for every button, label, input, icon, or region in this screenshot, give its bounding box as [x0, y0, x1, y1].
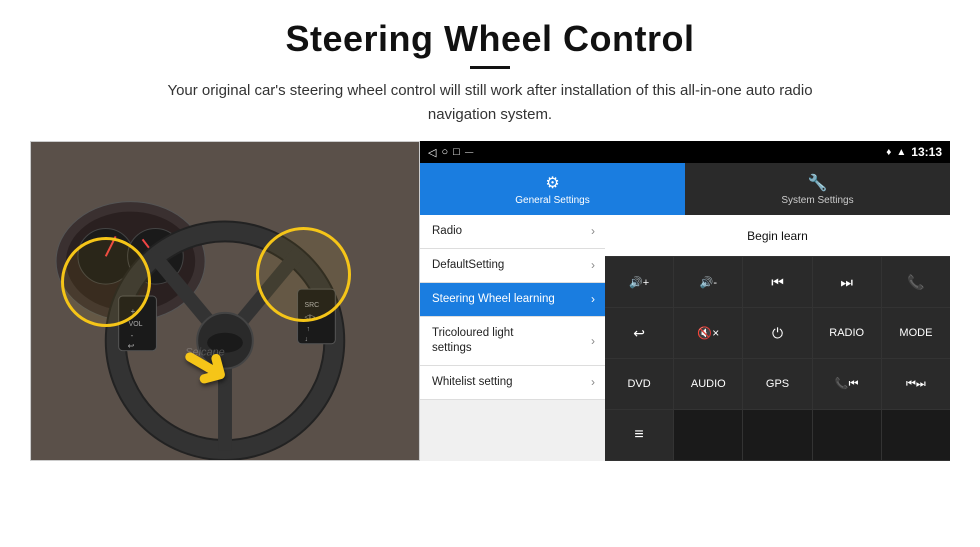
dvd-label: DVD: [627, 378, 650, 390]
prev-next-button[interactable]: ⏮⏭: [882, 359, 950, 409]
empty-slot-3: [813, 410, 882, 460]
phone-button[interactable]: 📞: [882, 257, 950, 307]
status-time: 13:13: [911, 145, 942, 159]
page-subtitle: Your original car's steering wheel contr…: [140, 79, 840, 127]
control-grid: Begin learn 🔊+ 🔊-: [605, 215, 950, 461]
general-settings-icon: ⚙: [545, 173, 559, 193]
settings-menu-list: Radio › DefaultSetting › Steering Wheel …: [420, 215, 605, 461]
empty-slot-2: [743, 410, 812, 460]
car-image: + VOL - ↩ SRC ◁▷ ↑ ↓ Seicane ➜: [30, 141, 420, 461]
tab-general-settings[interactable]: ⚙ General Settings: [420, 163, 685, 215]
home-nav-icon[interactable]: ○: [441, 146, 448, 158]
svg-text:↑: ↑: [306, 326, 309, 333]
power-button[interactable]: ⏻: [743, 308, 812, 358]
control-button-rows: 🔊+ 🔊- ⏮ ⏭ 📞: [605, 257, 950, 461]
recent-nav-icon[interactable]: □: [453, 146, 460, 158]
next-track-button[interactable]: ⏭: [813, 257, 882, 307]
content-area: + VOL - ↩ SRC ◁▷ ↑ ↓ Seicane ➜: [30, 141, 950, 461]
control-row-1: 🔊+ 🔊- ⏮ ⏭ 📞: [605, 257, 950, 308]
settings-main-content: Radio › DefaultSetting › Steering Wheel …: [420, 215, 950, 461]
settings-tabs: ⚙ General Settings 🔧 System Settings: [420, 163, 950, 215]
menu-item-default-setting[interactable]: DefaultSetting ›: [420, 249, 605, 283]
next-track-icon: ⏭: [840, 274, 853, 291]
title-divider: [470, 66, 510, 69]
radio-button[interactable]: RADIO: [813, 308, 882, 358]
menu-nav-icon[interactable]: ⏤: [465, 146, 474, 159]
control-row-4: ≡: [605, 410, 950, 461]
tab-system-label: System Settings: [781, 195, 853, 206]
vol-down-icon: 🔊-: [700, 276, 717, 289]
prev-track-button[interactable]: ⏮: [743, 257, 812, 307]
control-top-row: Begin learn: [605, 215, 950, 257]
prev-next-icon: ⏮⏭: [906, 378, 926, 391]
mode-button[interactable]: MODE: [882, 308, 950, 358]
menu-item-radio[interactable]: Radio ›: [420, 215, 605, 249]
audio-button[interactable]: AUDIO: [674, 359, 743, 409]
chevron-icon-radio: ›: [591, 224, 595, 238]
chevron-icon-tricoloured: ›: [591, 334, 595, 348]
gps-label: GPS: [766, 378, 789, 390]
tab-system-settings[interactable]: 🔧 System Settings: [685, 163, 950, 215]
back-nav-icon[interactable]: ◁: [428, 146, 436, 159]
mode-label: MODE: [899, 327, 932, 339]
vol-up-button[interactable]: 🔊+: [605, 257, 674, 307]
nav-icons: ◁ ○ □ ⏤: [428, 146, 474, 159]
control-row-3: DVD AUDIO GPS 📞⏮: [605, 359, 950, 410]
page-title: Steering Wheel Control: [30, 18, 950, 60]
back-button[interactable]: ↩: [605, 308, 674, 358]
vol-up-icon: 🔊+: [629, 276, 649, 289]
title-section: Steering Wheel Control Your original car…: [30, 18, 950, 127]
phone-icon: 📞: [907, 274, 924, 291]
system-settings-icon: 🔧: [808, 173, 828, 193]
radio-label: RADIO: [829, 327, 864, 339]
circle-highlight-right: [256, 227, 351, 322]
page-container: Steering Wheel Control Your original car…: [0, 0, 980, 471]
audio-label: AUDIO: [691, 378, 726, 390]
status-bar: ◁ ○ □ ⏤ ♦ ▲ 13:13: [420, 141, 950, 163]
svg-text:VOL: VOL: [129, 321, 143, 328]
vol-down-button[interactable]: 🔊-: [674, 257, 743, 307]
mute-icon: 🔇×: [697, 326, 719, 340]
menu-item-default-label: DefaultSetting: [432, 258, 504, 273]
location-icon: ♦: [886, 147, 891, 158]
control-row-2: ↩ 🔇× ⏻ RADIO MO: [605, 308, 950, 359]
power-icon: ⏻: [772, 325, 783, 342]
menu-item-radio-label: Radio: [432, 224, 462, 239]
list-icon: ≡: [634, 426, 643, 444]
menu-item-steering-label: Steering Wheel learning: [432, 292, 555, 307]
dvd-button[interactable]: DVD: [605, 359, 674, 409]
back-icon: ↩: [633, 325, 645, 342]
phone-prev-icon: 📞⏮: [835, 377, 859, 391]
car-background: + VOL - ↩ SRC ◁▷ ↑ ↓ Seicane ➜: [31, 142, 419, 460]
begin-learn-button[interactable]: Begin learn: [605, 215, 950, 256]
android-ui: ◁ ○ □ ⏤ ♦ ▲ 13:13 ⚙ General Settings: [420, 141, 950, 461]
empty-slot-1: [674, 410, 743, 460]
phone-prev-button[interactable]: 📞⏮: [813, 359, 882, 409]
chevron-icon-default: ›: [591, 258, 595, 272]
menu-item-tricoloured-label: Tricoloured lightsettings: [432, 326, 513, 356]
menu-item-tricoloured[interactable]: Tricoloured lightsettings ›: [420, 317, 605, 366]
menu-item-whitelist[interactable]: Whitelist setting ›: [420, 366, 605, 400]
svg-text:↩: ↩: [128, 342, 135, 351]
menu-item-steering-wheel[interactable]: Steering Wheel learning ›: [420, 283, 605, 317]
gps-button[interactable]: GPS: [743, 359, 812, 409]
signal-icon: ▲: [896, 147, 906, 158]
list-button[interactable]: ≡: [605, 410, 674, 460]
prev-track-icon: ⏮: [771, 274, 784, 291]
circle-highlight-left: [61, 237, 151, 327]
chevron-icon-whitelist: ›: [591, 375, 595, 389]
chevron-icon-steering: ›: [591, 292, 595, 306]
mute-button[interactable]: 🔇×: [674, 308, 743, 358]
tab-general-label: General Settings: [515, 195, 590, 206]
empty-slot-4: [882, 410, 950, 460]
menu-item-whitelist-label: Whitelist setting: [432, 375, 513, 390]
status-right-icons: ♦ ▲ 13:13: [886, 145, 942, 159]
svg-text:-: -: [131, 331, 134, 340]
svg-text:↓: ↓: [305, 336, 308, 343]
